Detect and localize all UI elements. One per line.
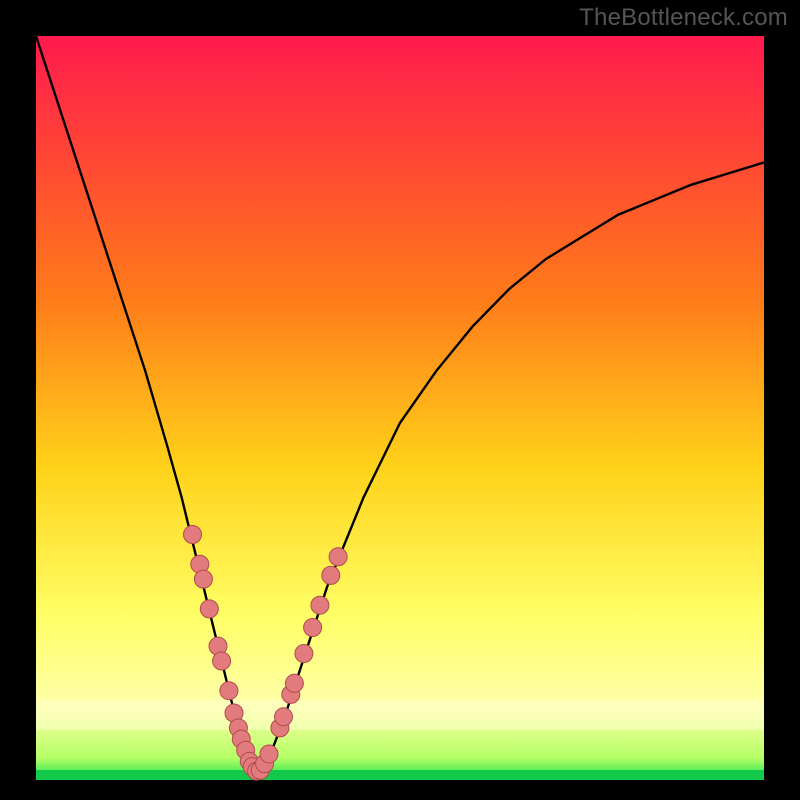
plot-background [36,36,764,780]
marker-dot [213,652,231,670]
pale-band [36,700,764,730]
marker-dot [295,645,313,663]
marker-dot [322,566,340,584]
marker-dot [329,548,347,566]
marker-dot [200,600,218,618]
marker-dot [260,745,278,763]
marker-dot [285,674,303,692]
bottleneck-chart [0,0,800,800]
marker-dot [275,708,293,726]
marker-dot [194,570,212,588]
marker-dot [220,682,238,700]
watermark-text: TheBottleneck.com [579,4,788,32]
marker-dot [311,596,329,614]
green-edge [36,770,764,780]
marker-dot [304,619,322,637]
marker-dot [184,526,202,544]
chart-stage: TheBottleneck.com [0,0,800,800]
